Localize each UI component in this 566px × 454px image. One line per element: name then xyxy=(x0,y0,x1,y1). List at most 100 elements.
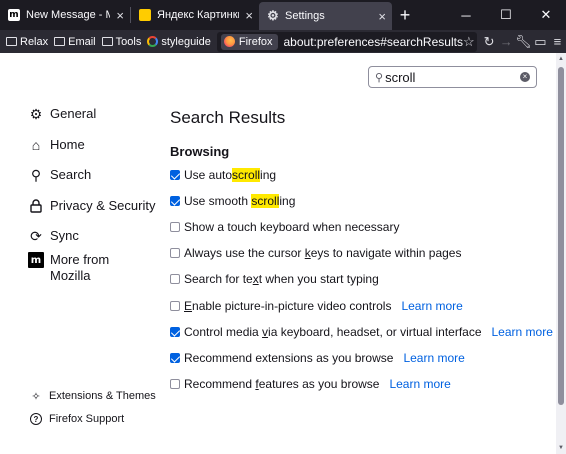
bookmark-label: styleguide xyxy=(161,35,211,48)
scroll-down-icon[interactable]: ▼ xyxy=(557,444,565,452)
folder-icon xyxy=(54,37,66,46)
bookmark-email[interactable]: Email xyxy=(54,36,96,48)
page-title: Search Results xyxy=(170,108,286,127)
mozilla-m-icon: m xyxy=(28,252,44,268)
scrollbar-thumb[interactable] xyxy=(558,67,564,405)
search-highlight: scroll xyxy=(251,194,280,208)
search-highlight: scroll xyxy=(232,168,261,182)
identity-label: Firefox xyxy=(238,35,273,48)
option-recommend-extensions[interactable]: Recommend extensions as you browse Learn… xyxy=(170,351,465,365)
extensions-themes-link[interactable]: ✧ Extensions & Themes xyxy=(30,390,156,403)
reload-icon[interactable]: ↻ xyxy=(481,34,498,50)
tab-strip: m New Message - Mozilla C × Яндекс Карти… xyxy=(0,0,566,30)
minimize-icon[interactable]: ─ xyxy=(446,0,486,30)
smooth-scrolling-checkbox[interactable] xyxy=(170,196,180,206)
cursor-keys-checkbox[interactable] xyxy=(170,248,180,258)
url-bar[interactable]: Firefox about:preferences#searchResults … xyxy=(216,31,477,52)
page-scrollbar[interactable]: ▲ ▼ xyxy=(556,53,566,454)
tab-settings[interactable]: ⚙ Settings × xyxy=(259,2,392,30)
google-icon xyxy=(147,36,159,47)
bookmark-star-icon[interactable]: ☆ xyxy=(463,34,477,50)
folder-icon xyxy=(6,37,17,46)
close-icon[interactable]: × xyxy=(116,8,124,23)
sidebar-label-line2: Mozilla xyxy=(50,268,91,283)
sidebar-label-line1: More from xyxy=(50,252,110,267)
preferences-page: ⚲ scroll × ⚙ General ⌂ Home ⚲ Search Pri… xyxy=(0,53,556,454)
tab-yandex[interactable]: Яндекс Картинки: поис × xyxy=(131,0,259,30)
yandex-icon xyxy=(139,9,151,21)
tab-label: Яндекс Картинки: поис xyxy=(157,9,239,21)
bookmark-styleguide[interactable]: styleguide xyxy=(147,36,211,48)
option-find-text[interactable]: Search for text when you start typing xyxy=(170,272,379,286)
firefox-support-link[interactable]: ? Firefox Support xyxy=(30,413,124,425)
footer-label: Extensions & Themes xyxy=(49,390,156,402)
close-icon[interactable]: × xyxy=(378,9,386,24)
option-label: Control media via keyboard, headset, or … xyxy=(184,325,482,339)
sidebar-item-general[interactable]: ⚙ General xyxy=(28,105,97,122)
option-cursor-keys[interactable]: Always use the cursor keys to navigate w… xyxy=(170,246,461,260)
url-text[interactable]: about:preferences#searchResults xyxy=(284,35,463,49)
option-label: Always use the cursor keys to navigate w… xyxy=(184,246,462,260)
option-picture-in-picture[interactable]: Enable picture-in-picture video controls… xyxy=(170,299,463,313)
search-icon: ⚲ xyxy=(30,166,42,183)
clear-search-icon[interactable]: × xyxy=(520,72,530,82)
identity-box[interactable]: Firefox xyxy=(220,33,278,50)
bookmark-label: Tools xyxy=(115,35,142,48)
autoscroll-checkbox[interactable] xyxy=(170,170,180,180)
bookmark-label: Email xyxy=(68,35,96,48)
home-icon: ⌂ xyxy=(31,137,41,153)
learn-more-link[interactable]: Learn more xyxy=(403,351,464,365)
wrench-icon[interactable]: 🔧︎ xyxy=(515,34,532,50)
learn-more-link[interactable]: Learn more xyxy=(401,299,462,313)
sidebar-item-label: Privacy & Security xyxy=(50,198,156,213)
touch-keyboard-checkbox[interactable] xyxy=(170,222,180,232)
sidebar-item-label: Sync xyxy=(50,228,79,243)
sidebar-item-home[interactable]: ⌂ Home xyxy=(28,137,85,153)
sidebar-item-search[interactable]: ⚲ Search xyxy=(28,167,91,183)
pip-checkbox[interactable] xyxy=(170,301,180,311)
sidebar-item-privacy[interactable]: Privacy & Security xyxy=(28,198,155,214)
search-value: scroll xyxy=(385,69,416,85)
sidebar-item-label: Home xyxy=(50,137,85,152)
recommend-features-checkbox[interactable] xyxy=(170,379,180,389)
new-tab-button[interactable]: + xyxy=(392,0,418,30)
window-close-icon[interactable]: ✕ xyxy=(526,0,566,30)
sidebar-item-label: General xyxy=(50,106,97,121)
find-text-checkbox[interactable] xyxy=(170,274,180,284)
forward-arrow-icon[interactable]: → xyxy=(498,34,515,49)
gear-icon: ⚙ xyxy=(29,105,43,122)
option-touch-keyboard[interactable]: Show a touch keyboard when necessary xyxy=(170,220,399,234)
media-control-checkbox[interactable] xyxy=(170,327,180,337)
sidebar-item-label: More from Mozilla xyxy=(50,252,109,284)
reader-view-icon[interactable]: ▭ xyxy=(532,34,549,50)
option-autoscroll[interactable]: Use autoscrolling xyxy=(170,168,276,182)
option-label: Show a touch keyboard when necessary xyxy=(184,220,400,234)
sidebar-item-more-from-mozilla[interactable]: m More from Mozilla xyxy=(28,252,109,284)
scroll-up-icon[interactable]: ▲ xyxy=(557,55,565,63)
option-label: Use autoscrolling xyxy=(184,168,277,182)
sync-icon: ⟳ xyxy=(30,227,42,244)
learn-more-link[interactable]: Learn more xyxy=(492,325,553,339)
option-smooth-scrolling[interactable]: Use smooth scrolling xyxy=(170,194,295,208)
option-label: Recommend features as you browse xyxy=(184,377,380,391)
close-icon[interactable]: × xyxy=(245,8,253,23)
puzzle-icon: ✧ xyxy=(31,390,41,403)
preferences-search-input[interactable]: ⚲ scroll × xyxy=(368,66,537,88)
option-label: Use smooth scrolling xyxy=(184,194,296,208)
option-media-control[interactable]: Control media via keyboard, headset, or … xyxy=(170,325,553,339)
bookmark-tools[interactable]: Tools xyxy=(101,35,142,48)
recommend-extensions-checkbox[interactable] xyxy=(170,353,180,363)
option-label: Recommend extensions as you browse xyxy=(184,351,394,365)
bookmark-label: Relax xyxy=(20,35,49,48)
learn-more-link[interactable]: Learn more xyxy=(389,377,450,391)
sidebar-item-sync[interactable]: ⟳ Sync xyxy=(28,228,79,244)
maximize-icon[interactable]: ☐ xyxy=(486,0,526,30)
tab-new-message[interactable]: m New Message - Mozilla C × xyxy=(0,0,130,30)
tab-label: Settings xyxy=(285,10,325,22)
lock-icon xyxy=(28,198,44,214)
menu-icon[interactable]: ≡ xyxy=(549,34,566,49)
help-icon: ? xyxy=(30,413,42,425)
bookmark-relax[interactable]: Relax xyxy=(6,36,48,48)
option-recommend-features[interactable]: Recommend features as you browse Learn m… xyxy=(170,377,451,391)
firefox-logo-icon xyxy=(223,36,235,47)
